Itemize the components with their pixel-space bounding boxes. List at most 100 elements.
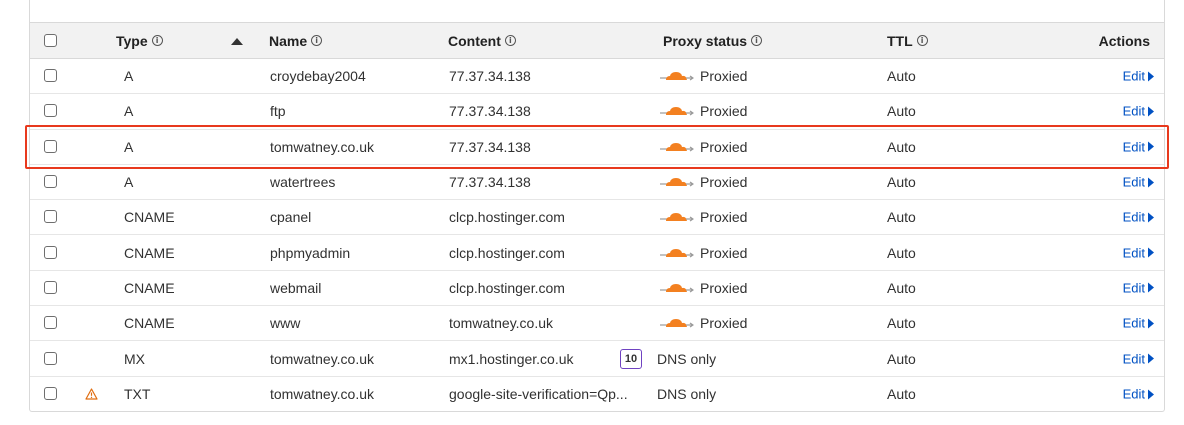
proxy-status[interactable]: Proxied: [660, 165, 747, 199]
proxy-status[interactable]: Proxied: [660, 94, 747, 128]
table-row[interactable]: CNAME webmail clcp.hostinger.com Proxied Aut…: [30, 271, 1164, 307]
row-checkbox[interactable]: [44, 139, 57, 153]
proxy-status-label: Proxied: [700, 244, 748, 261]
proxied-cloud-icon: [660, 142, 694, 152]
table-row[interactable]: CNAME phpmyadmin clcp.hostinger.com Proxied…: [30, 236, 1164, 271]
table-row[interactable]: Atomwatney.co.uk 77.37.34.138 Proxied Auto E…: [30, 130, 1164, 165]
edit-link-label: Edit: [1122, 68, 1145, 84]
column-header-content-label: Content: [448, 32, 501, 49]
record-ttl: Auto: [887, 244, 916, 261]
record-type: A: [124, 68, 134, 85]
chevron-right-icon: [1148, 71, 1154, 82]
edit-record-link[interactable]: Edit: [1123, 175, 1154, 190]
chevron-right-icon: [1148, 389, 1154, 400]
chevron-right-icon: [1148, 282, 1154, 293]
proxy-status[interactable]: Proxied: [660, 236, 747, 270]
record-type: CNAME: [124, 244, 175, 261]
proxy-status-label: Proxied: [700, 138, 748, 155]
record-type: A: [124, 174, 134, 191]
proxy-status-label: Proxied: [700, 279, 748, 296]
table-row[interactable]: TXT tomwatney.co.uk google-site-verificati…: [30, 377, 1164, 412]
edit-link-label: Edit: [1122, 280, 1145, 296]
info-icon[interactable]: i: [151, 35, 163, 46]
record-name: tomwatney.co.uk: [270, 386, 375, 403]
edit-record-link[interactable]: Edit: [1123, 139, 1154, 154]
proxy-status[interactable]: Proxied: [660, 59, 747, 93]
edit-record-link[interactable]: Edit: [1123, 210, 1154, 225]
record-ttl: Auto: [887, 386, 916, 403]
proxy-status-label: DNS only: [657, 350, 717, 367]
record-content: clcp.hostinger.com: [449, 244, 565, 261]
record-content: 77.37.34.138: [449, 174, 531, 191]
record-name: www: [270, 315, 301, 332]
row-checkbox[interactable]: [44, 387, 57, 401]
proxy-status[interactable]: Proxied: [660, 271, 747, 305]
edit-link-label: Edit: [1122, 245, 1145, 261]
table-row[interactable]: CNAME cpanel clcp.hostinger.com Proxied Auto…: [30, 200, 1164, 236]
row-checkbox[interactable]: [44, 351, 57, 365]
proxied-cloud-icon: [660, 213, 694, 222]
record-content: clcp.hostinger.com: [449, 209, 565, 226]
row-checkbox[interactable]: [44, 210, 57, 224]
info-icon[interactable]: i: [311, 35, 323, 46]
edit-record-link[interactable]: Edit: [1123, 69, 1154, 84]
record-content: tomwatney.co.uk: [449, 315, 554, 332]
row-checkbox[interactable]: [44, 316, 57, 330]
proxied-cloud-icon: [660, 72, 694, 81]
column-header-ttl[interactable]: TTL i: [887, 23, 928, 58]
row-checkbox[interactable]: [44, 175, 57, 189]
proxy-status[interactable]: DNS only: [657, 377, 716, 412]
proxy-status[interactable]: Proxied: [660, 200, 747, 234]
table-row[interactable]: Aftp 77.37.34.138 Proxied Auto Edit: [30, 94, 1164, 130]
column-header-name-label: Name: [269, 32, 308, 49]
edit-record-link[interactable]: Edit: [1123, 280, 1154, 295]
sort-ascending-icon[interactable]: [231, 37, 243, 45]
column-header-name[interactable]: Name i: [269, 23, 323, 58]
edit-record-link[interactable]: Edit: [1123, 245, 1154, 260]
proxied-cloud-icon: [660, 178, 694, 187]
chevron-right-icon: [1148, 353, 1154, 364]
table-header: Type i Name i Content i Proxy status i T…: [30, 22, 1164, 59]
edit-record-link[interactable]: Edit: [1123, 316, 1154, 331]
column-header-actions-label: Actions: [1098, 32, 1150, 49]
record-type: MX: [124, 350, 145, 367]
proxy-status[interactable]: Proxied: [660, 306, 747, 340]
proxy-status-label: Proxied: [700, 315, 748, 332]
warning-triangle-icon[interactable]: [85, 388, 98, 400]
column-header-content[interactable]: Content i: [448, 23, 516, 58]
record-ttl: Auto: [887, 174, 916, 191]
record-name: croydebay2004: [270, 68, 366, 85]
row-checkbox[interactable]: [44, 104, 57, 118]
row-checkbox[interactable]: [44, 280, 57, 294]
info-icon[interactable]: i: [916, 35, 928, 46]
table-row[interactable]: Awatertrees 77.37.34.138 Proxied Auto Edit: [30, 165, 1164, 201]
mx-priority-badge: 10: [620, 348, 642, 369]
column-header-proxy-label: Proxy status: [663, 32, 748, 49]
row-checkbox[interactable]: [44, 245, 57, 259]
edit-link-label: Edit: [1122, 315, 1145, 331]
column-header-proxy-status[interactable]: Proxy status i: [663, 23, 763, 58]
edit-record-link[interactable]: Edit: [1123, 351, 1154, 366]
record-ttl: Auto: [887, 350, 916, 367]
edit-record-link[interactable]: Edit: [1123, 387, 1154, 402]
select-all-checkbox[interactable]: [44, 33, 57, 47]
edit-record-link[interactable]: Edit: [1123, 104, 1154, 119]
record-ttl: Auto: [887, 68, 916, 85]
row-checkbox[interactable]: [44, 69, 57, 83]
proxied-cloud-icon: [660, 283, 694, 293]
chevron-right-icon: [1148, 177, 1154, 188]
info-icon[interactable]: i: [504, 35, 516, 46]
info-icon[interactable]: i: [751, 35, 763, 46]
proxy-status[interactable]: Proxied: [660, 130, 747, 164]
record-ttl: Auto: [887, 279, 916, 296]
table-row[interactable]: MX tomwatney.co.uk mx1.hostinger.co.uk 10 DN…: [30, 341, 1164, 377]
table-row[interactable]: CNAME www tomwatney.co.uk Proxied Auto Edit: [30, 306, 1164, 342]
column-header-type[interactable]: Type i: [116, 23, 163, 58]
proxy-status[interactable]: DNS only: [657, 341, 716, 375]
record-ttl: Auto: [887, 138, 916, 155]
table-row[interactable]: Acroydebay2004 77.37.34.138 Proxied Auto Edi…: [30, 59, 1164, 95]
proxy-status-label: Proxied: [700, 68, 748, 85]
edit-link-label: Edit: [1122, 174, 1145, 190]
proxied-cloud-icon: [660, 248, 694, 258]
record-name: tomwatney.co.uk: [270, 350, 375, 367]
